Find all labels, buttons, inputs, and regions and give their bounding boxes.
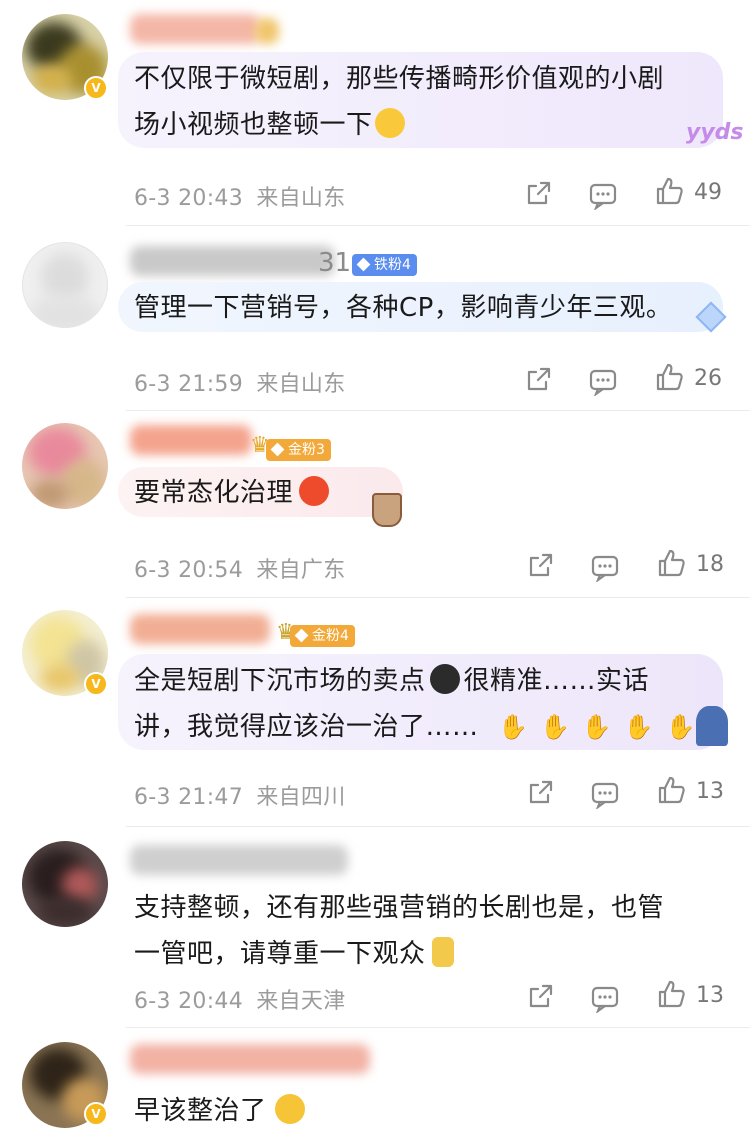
fan-level-badge: 金粉3 [266, 439, 331, 461]
comment-location: 来自广东 [256, 558, 346, 583]
ok-hand-emoji-icon: ✋✋✋✋✋ [478, 713, 708, 741]
diamond-icon [356, 257, 371, 272]
diamond-icon [294, 628, 309, 643]
comment-date: 6-3 20:54 [134, 558, 244, 583]
like-count: 49 [694, 180, 722, 205]
comment-meta: 6-3 21:47 来自四川 [134, 779, 346, 811]
comment-meta: 6-3 20:54 来自广东 [134, 552, 346, 584]
share-icon[interactable] [526, 777, 558, 809]
fan-level-badge: 金粉4 [290, 625, 355, 647]
avatar[interactable] [22, 423, 108, 509]
comment-location: 来自山东 [256, 372, 346, 397]
comment-item: 31 铁粉4 管理一下营销号，各种CP，影响青少年三观。 6-3 21:59 来… [0, 226, 750, 408]
share-icon[interactable] [526, 981, 558, 1013]
verified-badge-icon: V [84, 1102, 108, 1126]
comment-item: V 不仅限于微短剧，那些传播畸形价值观的小剧 场小视频也整顿一下 yyds 6-… [0, 0, 750, 225]
comment-text: 全是短剧下沉市场的卖点 很精准……实话 讲，我觉得应该治一治了…… ✋✋✋✋✋ [134, 664, 708, 742]
thumbs-up-icon[interactable] [656, 548, 688, 580]
tearful-face-emoji-icon [429, 664, 460, 694]
username-blurred[interactable] [130, 246, 335, 276]
username-suffix: 31 [318, 248, 352, 278]
angry-face-emoji-icon [299, 476, 330, 506]
comment-text: 支持整顿，还有那些强营销的长剧也是，也管 一管吧，请尊重一下观众 [134, 893, 665, 969]
thumbs-up-icon[interactable] [654, 362, 686, 394]
username-blurred[interactable] [130, 845, 348, 875]
comment-date: 6-3 21:59 [134, 372, 244, 397]
username-blurred[interactable] [130, 425, 252, 455]
comment-item: ♛ 金粉3 要常态化治理 6-3 20:54 来自广东 18 [0, 411, 750, 597]
like-count: 18 [696, 552, 724, 577]
thumbs-up-icon[interactable] [654, 176, 686, 208]
comment-location: 来自四川 [256, 785, 346, 810]
comment-icon[interactable] [588, 180, 620, 212]
comment-text: 管理一下营销号，各种CP，影响青少年三观。 [134, 293, 673, 323]
like-count: 26 [694, 366, 722, 391]
comment-meta: 6-3 20:43 来自山东 [134, 180, 346, 212]
comment-date: 6-3 21:47 [134, 785, 244, 810]
share-icon[interactable] [524, 364, 556, 396]
thumbs-up-icon[interactable] [656, 775, 688, 807]
comment-icon[interactable] [588, 366, 620, 398]
pleading-face-emoji-icon [274, 1094, 305, 1124]
comment-item: V ♛ 金粉4 全是短剧下沉市场的卖点 很精准……实话 讲，我觉得应该治一治了……… [0, 598, 750, 826]
comment-meta: 6-3 20:44 来自天津 [134, 983, 346, 1015]
comment-location: 来自天津 [256, 989, 346, 1014]
username-blurred[interactable] [130, 1044, 370, 1074]
avatar[interactable] [22, 841, 108, 927]
comment-item: V 早该整治了 [0, 1028, 750, 1144]
laughing-crying-emoji-icon [374, 108, 405, 138]
comment-text: 不仅限于微短剧，那些传播畸形价值观的小剧 场小视频也整顿一下 [134, 64, 665, 140]
comment-icon[interactable] [590, 552, 622, 584]
fan-level-badge: 铁粉4 [352, 254, 417, 276]
verified-badge-icon: V [84, 76, 108, 100]
share-icon[interactable] [524, 178, 556, 210]
username-blurred[interactable] [130, 614, 270, 644]
verified-badge-icon: V [84, 672, 108, 696]
thumbs-up-icon[interactable] [656, 979, 688, 1011]
comment-item: 支持整顿，还有那些强营销的长剧也是，也管 一管吧，请尊重一下观众 6-3 20:… [0, 827, 750, 1027]
comment-date: 6-3 20:44 [134, 989, 244, 1014]
pearl-earring-sticker-icon [696, 706, 728, 746]
sticker-yyds: yyds [686, 120, 744, 145]
avatar[interactable] [22, 242, 108, 328]
share-icon[interactable] [526, 550, 558, 582]
diamond-icon [270, 442, 285, 457]
comment-text: 早该整治了 [134, 1088, 305, 1134]
comment-date: 6-3 20:43 [134, 186, 244, 211]
comment-location: 来自山东 [256, 186, 346, 211]
like-count: 13 [696, 779, 724, 804]
comment-icon[interactable] [590, 983, 622, 1015]
username-blurred[interactable] [255, 18, 279, 44]
thumbs-up-emoji-icon [431, 937, 454, 967]
like-count: 13 [696, 983, 724, 1008]
comment-text: 要常态化治理 [134, 470, 330, 516]
bubble-tea-sticker-icon [372, 493, 402, 527]
comment-icon[interactable] [590, 779, 622, 811]
comment-meta: 6-3 21:59 来自山东 [134, 366, 346, 398]
username-blurred[interactable] [130, 14, 260, 44]
